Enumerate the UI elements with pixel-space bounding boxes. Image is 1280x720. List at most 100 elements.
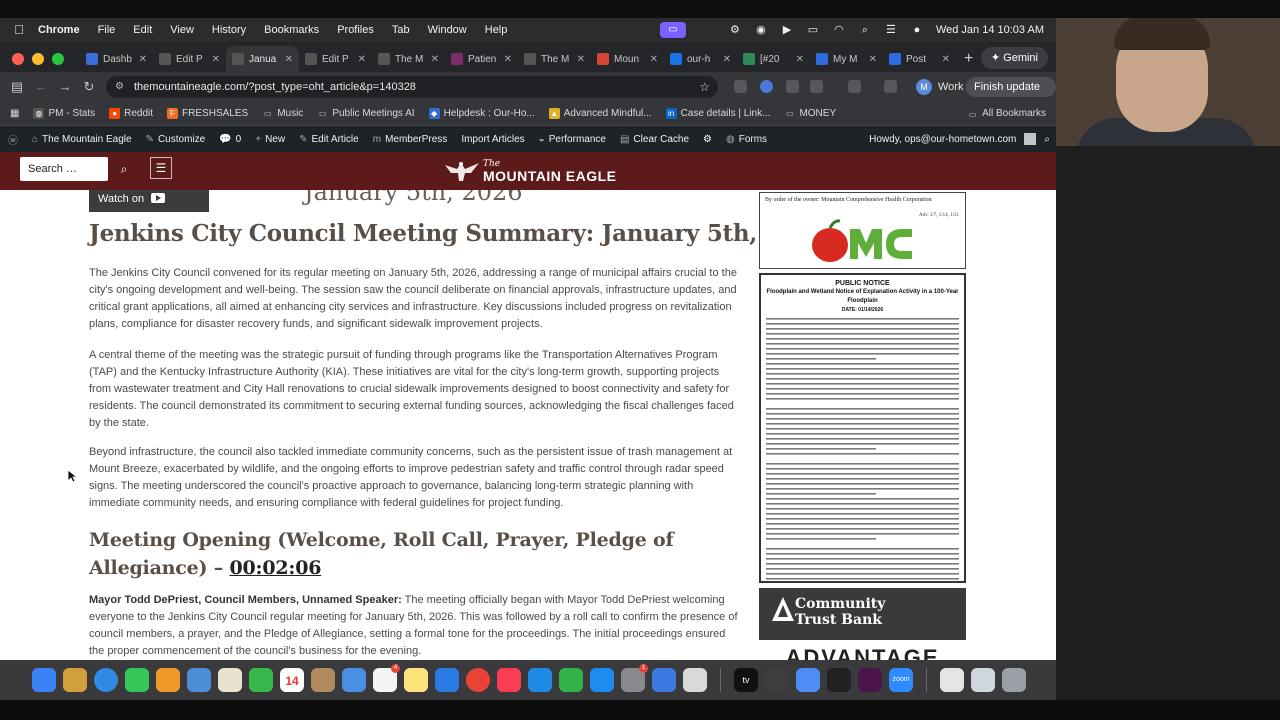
bookmark-public-meetings-ai[interactable]: ▭ Public Meetings AI — [317, 108, 415, 119]
launchpad-icon[interactable] — [63, 668, 87, 692]
wp-clear-cache[interactable]: ▤ Clear Cache — [620, 134, 689, 145]
bookmark-star-icon[interactable]: ☆ — [699, 76, 710, 98]
browser-tab[interactable]: Post ✕ — [883, 46, 956, 72]
tab-close-icon[interactable]: ✕ — [942, 54, 950, 65]
tab-search-icon[interactable] — [848, 80, 861, 93]
facetime-icon[interactable] — [249, 668, 273, 692]
forward-arrow-icon[interactable]: → — [56, 78, 74, 96]
calendar-icon[interactable]: 14 — [280, 668, 304, 692]
menu-edit[interactable]: Edit — [133, 24, 152, 36]
site-logo[interactable]: The MOUNTAIN EAGLE — [443, 154, 617, 188]
tab-close-icon[interactable]: ✕ — [212, 54, 220, 65]
extension-3-icon[interactable] — [786, 80, 799, 93]
menu-profiles[interactable]: Profiles — [337, 24, 374, 36]
app-store-icon[interactable] — [590, 668, 614, 692]
tab-close-icon[interactable]: ✕ — [796, 54, 804, 65]
photos-icon[interactable] — [218, 668, 242, 692]
browser-tab[interactable]: Dashb ✕ — [80, 46, 153, 72]
wp-import-articles[interactable]: Import Articles — [461, 134, 524, 145]
watch-on-youtube-button[interactable]: Watch on YouTube — [89, 190, 209, 231]
tab-close-icon[interactable]: ✕ — [431, 54, 439, 65]
search-input[interactable]: Search … — [20, 157, 108, 181]
bookmark-music[interactable]: ▭ Music — [262, 108, 303, 119]
record-icon[interactable]: ◉ — [754, 24, 768, 36]
notes-icon[interactable] — [404, 668, 428, 692]
wp-memberpress[interactable]: m MemberPress — [373, 134, 448, 145]
extensions-puzzle-icon[interactable] — [810, 80, 823, 93]
menu-window[interactable]: Window — [428, 24, 467, 36]
tab-close-icon[interactable]: ✕ — [869, 54, 877, 65]
apple-tv-icon[interactable]: tv — [734, 668, 758, 692]
menu-bookmarks[interactable]: Bookmarks — [264, 24, 319, 36]
keynote-icon[interactable] — [528, 668, 552, 692]
public-notice-ad[interactable]: PUBLIC NOTICE Floodplain and Wetland Not… — [759, 273, 966, 583]
sidebar-toggle-icon[interactable]: ▤ — [8, 78, 26, 96]
bookmark-advanced-mindful[interactable]: ▲ Advanced Mindful... — [548, 108, 652, 119]
bookmark-helpdesk[interactable]: ◆ Helpdesk : Our-Ho... — [428, 108, 535, 119]
screen-share-icon[interactable]: ▭ — [659, 22, 686, 38]
mail-icon[interactable] — [342, 668, 366, 692]
preview-icon[interactable] — [652, 668, 676, 692]
back-arrow-icon[interactable]: ← — [32, 78, 50, 96]
browser-tab[interactable]: Patien ✕ — [445, 46, 518, 72]
menu-file[interactable]: File — [98, 24, 116, 36]
pen-tool-icon[interactable] — [765, 668, 789, 692]
site-info-icon[interactable]: ⚙ — [115, 76, 124, 98]
bookmark-freshsales[interactable]: F FRESHSALES — [167, 108, 248, 119]
browser-tab[interactable]: our-h ✕ — [664, 46, 737, 72]
zoom-icon[interactable]: zoom — [889, 668, 913, 692]
wp-customize[interactable]: ✎ Customize — [146, 134, 206, 145]
apps-grid-icon[interactable]: ▦ — [10, 108, 19, 119]
community-trust-bank-ad[interactable]: Community Trust Bank ADVANTAGE — [759, 588, 966, 660]
menubar-clock[interactable]: Wed Jan 14 10:03 AM — [936, 24, 1044, 36]
chatgpt-icon[interactable] — [827, 668, 851, 692]
browser-tab[interactable]: My M ✕ — [810, 46, 883, 72]
music-icon[interactable] — [497, 668, 521, 692]
browser-tab[interactable]: Moun ✕ — [591, 46, 664, 72]
bookmark-money[interactable]: ▭ MONEY — [784, 108, 836, 119]
browser-tab[interactable]: Edit P ✕ — [299, 46, 372, 72]
extension-2-icon[interactable] — [760, 80, 773, 93]
tab-close-icon[interactable]: ✕ — [650, 54, 658, 65]
control-center-icon[interactable]: ☰ — [884, 24, 898, 36]
tab-close-icon[interactable]: ✕ — [577, 54, 585, 65]
tab-close-icon[interactable]: ✕ — [723, 54, 731, 65]
search-icon[interactable]: ⌕ — [858, 24, 872, 36]
chrome-icon[interactable] — [466, 668, 490, 692]
minimize-window-button[interactable] — [32, 53, 44, 65]
gear-icon[interactable]: ⚙ — [728, 24, 742, 36]
menu-view[interactable]: View — [170, 24, 194, 36]
downloads-stack-icon[interactable] — [940, 668, 964, 692]
wp-settings[interactable]: ⚙ — [703, 134, 712, 145]
close-window-button[interactable] — [12, 53, 24, 65]
search-icon[interactable]: ⌕ — [1044, 134, 1050, 145]
reminders-icon[interactable]: 4 — [373, 664, 400, 692]
bookmark-reddit[interactable]: ● Reddit — [109, 108, 153, 119]
menu-tab[interactable]: Tab — [392, 24, 410, 36]
battery-icon[interactable]: ▭ — [806, 24, 820, 36]
wp-site-name[interactable]: ⌂ The Mountain Eagle — [32, 134, 132, 145]
bookmark-pm-stats[interactable]: ◍ PM - Stats — [33, 108, 95, 119]
finder-icon[interactable] — [32, 668, 56, 692]
extension-1-icon[interactable] — [734, 80, 747, 93]
bookmark-case-details[interactable]: in Case details | Link... — [665, 108, 770, 119]
wp-performance[interactable]: ◒ Performance — [539, 134, 606, 145]
new-tab-button[interactable]: + — [964, 46, 973, 72]
wp-howdy[interactable]: Howdy, ops@our-hometown.com — [869, 134, 1016, 145]
address-bar[interactable]: ⚙ themountaineagle.com/?post_type=oht_ar… — [106, 76, 718, 98]
browser-tab[interactable]: The M ✕ — [372, 46, 445, 72]
avatar[interactable] — [1024, 133, 1037, 145]
reading-list-icon[interactable] — [884, 80, 897, 93]
freeform-icon[interactable] — [435, 668, 459, 692]
browser-tab[interactable]: [#20 ✕ — [737, 46, 810, 72]
search-icon[interactable]: ⌕ — [112, 157, 136, 181]
browser-tab[interactable]: The M ✕ — [518, 46, 591, 72]
textedit-icon[interactable] — [683, 668, 707, 692]
play-icon[interactable]: ▶ — [780, 24, 794, 36]
browser-tab[interactable]: Janua ✕ — [226, 46, 299, 72]
dictation-icon[interactable] — [796, 668, 820, 692]
notes-folder-icon[interactable] — [311, 668, 335, 692]
maps-icon[interactable] — [187, 668, 211, 692]
hamburger-menu-icon[interactable]: ☰ — [150, 157, 172, 179]
tab-close-icon[interactable]: ✕ — [504, 54, 512, 65]
